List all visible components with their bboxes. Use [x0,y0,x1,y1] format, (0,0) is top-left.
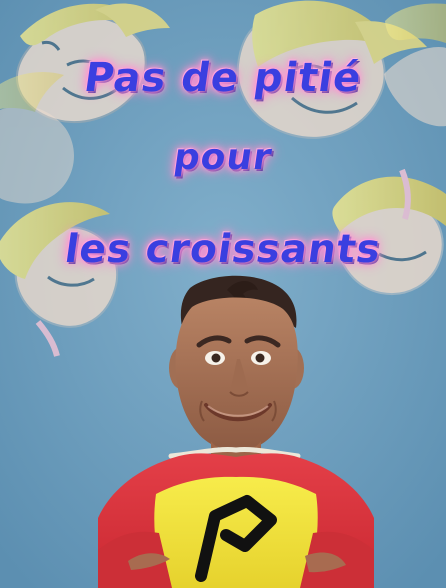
superhero-man-portrait [98,270,374,588]
movie-poster: Pas de pitié pour les croissants [0,0,446,588]
